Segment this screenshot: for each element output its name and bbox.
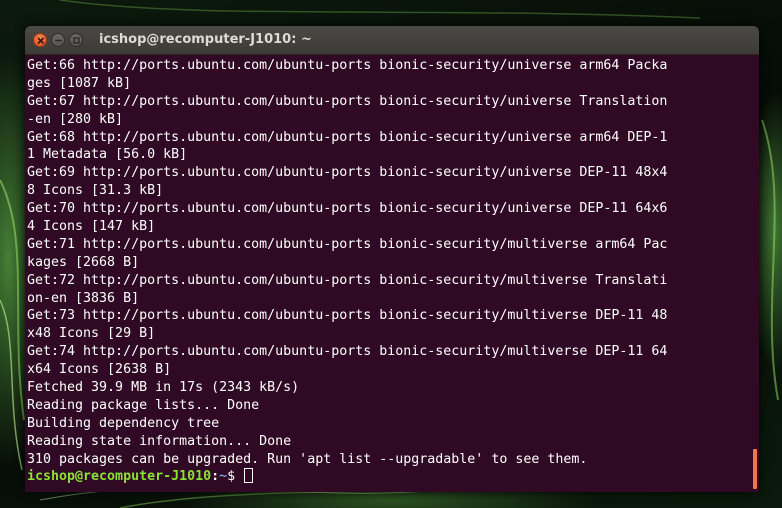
output-line: Get:68 http://ports.ubuntu.com/ubuntu-po… bbox=[27, 129, 668, 145]
output-line: Get:70 http://ports.ubuntu.com/ubuntu-po… bbox=[27, 201, 668, 217]
output-line: 1 Metadata [56.0 kB] bbox=[27, 147, 188, 163]
output-line: 4 Icons [147 kB] bbox=[27, 219, 156, 235]
terminal-window[interactable]: icshop@recomputer-J1010: ~ Get:66 http:/… bbox=[25, 26, 759, 492]
title-bar[interactable]: icshop@recomputer-J1010: ~ bbox=[25, 26, 759, 55]
output-line: Get:73 http://ports.ubuntu.com/ubuntu-po… bbox=[27, 308, 668, 324]
output-line: Get:66 http://ports.ubuntu.com/ubuntu-po… bbox=[27, 58, 668, 73]
output-line: Building dependency tree bbox=[27, 415, 220, 431]
minimize-icon bbox=[55, 39, 62, 42]
output-line: 310 packages can be upgraded. Run 'apt l… bbox=[27, 451, 588, 467]
output-line: x48 Icons [29 B] bbox=[27, 326, 156, 342]
output-line: -en [280 kB] bbox=[27, 111, 124, 127]
output-line: Get:67 http://ports.ubuntu.com/ubuntu-po… bbox=[27, 93, 668, 109]
prompt-path: ~ bbox=[219, 469, 228, 485]
prompt-symbol: $ bbox=[227, 469, 244, 485]
minimize-button[interactable] bbox=[51, 33, 65, 47]
terminal-body[interactable]: Get:66 http://ports.ubuntu.com/ubuntu-po… bbox=[25, 55, 759, 492]
maximize-icon bbox=[73, 37, 80, 44]
maximize-button[interactable] bbox=[69, 33, 83, 47]
output-line: on-en [3836 B] bbox=[27, 290, 140, 306]
text-cursor[interactable] bbox=[244, 468, 254, 484]
close-icon bbox=[37, 37, 44, 44]
prompt-colon: : bbox=[211, 469, 220, 485]
output-line: Get:72 http://ports.ubuntu.com/ubuntu-po… bbox=[27, 272, 668, 288]
output-line: Get:69 http://ports.ubuntu.com/ubuntu-po… bbox=[27, 165, 668, 181]
terminal-output: Get:66 http://ports.ubuntu.com/ubuntu-po… bbox=[27, 57, 749, 486]
output-line: Reading package lists... Done bbox=[27, 397, 260, 413]
window-title: icshop@recomputer-J1010: ~ bbox=[99, 32, 312, 47]
command-prompt[interactable]: icshop@recomputer-J1010:~$ bbox=[27, 468, 749, 486]
output-line: Reading state information... Done bbox=[27, 433, 292, 449]
output-line: kages [2668 B] bbox=[27, 254, 140, 270]
output-line: Get:71 http://ports.ubuntu.com/ubuntu-po… bbox=[27, 236, 668, 252]
prompt-user-host: icshop@recomputer-J1010 bbox=[27, 469, 212, 485]
close-button[interactable] bbox=[33, 33, 47, 47]
output-line: Fetched 39.9 MB in 17s (2343 kB/s) bbox=[27, 380, 300, 396]
output-line: Get:74 http://ports.ubuntu.com/ubuntu-po… bbox=[27, 344, 668, 360]
scroll-indicator[interactable] bbox=[753, 449, 757, 489]
output-line: 8 Icons [31.3 kB] bbox=[27, 183, 164, 199]
output-line: ges [1087 kB] bbox=[27, 75, 132, 91]
output-line: x64 Icons [2638 B] bbox=[27, 362, 172, 378]
